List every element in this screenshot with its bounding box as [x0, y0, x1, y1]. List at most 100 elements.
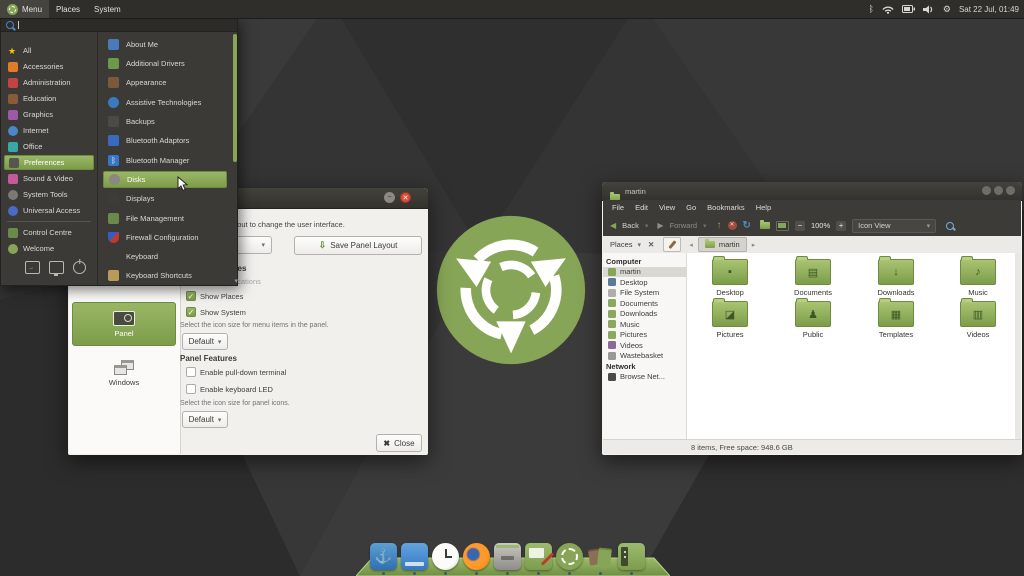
checkbox-show-places[interactable]: ✓Show Places: [186, 291, 243, 301]
category-control-centre[interactable]: Control Centre: [4, 225, 94, 240]
menu-item-bluetooth-manager[interactable]: ᛒBluetooth Manager: [103, 152, 227, 169]
scroll-down-icon[interactable]: ▾: [234, 277, 238, 285]
category-welcome[interactable]: Welcome: [4, 241, 94, 256]
menu-go[interactable]: Go: [686, 203, 696, 212]
category-preferences[interactable]: Preferences: [4, 155, 94, 170]
checkbox-show-system[interactable]: ✓Show System: [186, 307, 246, 317]
checkbox-pulldown-terminal[interactable]: Enable pull-down terminal: [186, 367, 286, 377]
menu-item-displays[interactable]: Displays: [103, 190, 227, 207]
caja-titlebar[interactable]: martin: [602, 182, 1022, 201]
forward-button[interactable]: Forward: [670, 221, 698, 230]
view-mode-select[interactable]: Icon View▾: [852, 219, 936, 233]
zoom-in-icon[interactable]: +: [836, 221, 846, 231]
firefox-icon[interactable]: [463, 543, 490, 570]
category-internet[interactable]: Internet: [4, 123, 94, 138]
open-folder-icon[interactable]: [760, 222, 770, 229]
logout-icon[interactable]: →: [25, 261, 40, 274]
menu-file[interactable]: File: [612, 203, 624, 212]
category-education[interactable]: Education: [4, 91, 94, 106]
folder-templates[interactable]: ▦Templates: [861, 301, 931, 339]
maximize-button[interactable]: [994, 186, 1003, 195]
category-accessories[interactable]: Accessories: [4, 59, 94, 74]
file-cabinet-icon[interactable]: [494, 543, 521, 570]
checkbox-keyboard-led[interactable]: Enable keyboard LED: [186, 384, 273, 394]
category-graphics[interactable]: Graphics: [4, 107, 94, 122]
menu-item-about-me[interactable]: About Me: [103, 36, 227, 53]
up-icon[interactable]: ↑: [717, 220, 722, 231]
volume-icon[interactable]: [923, 5, 935, 14]
sidebar-item-downloads[interactable]: Downloads: [603, 309, 686, 320]
save-panel-layout-button[interactable]: ⇩ Save Panel Layout: [294, 236, 422, 255]
sidebar-item-wastebasket[interactable]: Wastebasket: [603, 351, 686, 362]
tweak-nav-panel[interactable]: Panel: [72, 302, 176, 346]
places-caret-icon[interactable]: ▾: [638, 241, 642, 249]
menu-button[interactable]: Menu: [0, 0, 49, 18]
scrollbar[interactable]: [1015, 253, 1021, 440]
menu-help[interactable]: Help: [756, 203, 771, 212]
search-icon[interactable]: [946, 222, 954, 230]
power-icon[interactable]: [73, 261, 86, 274]
forward-dropdown-icon[interactable]: ▾: [703, 222, 707, 230]
menu-item-bluetooth-adaptors[interactable]: Bluetooth Adaptors: [103, 132, 227, 149]
panel-clock[interactable]: Sat 22 Jul, 01:49: [959, 5, 1019, 14]
menu-item-additional-drivers[interactable]: Additional Drivers: [103, 55, 227, 72]
zoom-out-icon[interactable]: −: [795, 221, 805, 231]
menu-view[interactable]: View: [659, 203, 675, 212]
minimize-button[interactable]: −: [384, 192, 395, 203]
sidebar-item-videos[interactable]: Videos: [603, 340, 686, 351]
refresh-icon[interactable]: ↻: [743, 220, 751, 231]
close-button[interactable]: [1006, 186, 1015, 195]
folder-public[interactable]: ♟Public: [778, 301, 848, 339]
category-all[interactable]: All: [4, 43, 94, 58]
sidebar-item-desktop[interactable]: Desktop: [603, 277, 686, 288]
menu-search-input[interactable]: [1, 19, 237, 32]
system-button[interactable]: System: [87, 0, 128, 18]
menu-item-keyboard-shortcuts[interactable]: Keyboard Shortcuts: [103, 267, 227, 284]
menu-item-file-management[interactable]: File Management: [103, 210, 227, 227]
mate-tweak-icon[interactable]: [525, 543, 552, 570]
menu-edit[interactable]: Edit: [635, 203, 648, 212]
close-sidebar-icon[interactable]: ✕: [648, 240, 654, 249]
category-administration[interactable]: Administration: [4, 75, 94, 90]
files-icon[interactable]: [401, 543, 428, 570]
battery-icon[interactable]: [902, 5, 915, 13]
menu-bookmarks[interactable]: Bookmarks: [707, 203, 745, 212]
boutique-panel-icon[interactable]: [618, 543, 645, 570]
forward-icon[interactable]: ▶: [657, 221, 663, 230]
sidebar-item-filesystem[interactable]: File System: [603, 288, 686, 299]
plank-anchor-icon[interactable]: ⚓: [370, 543, 397, 570]
software-boutique-icon[interactable]: [587, 543, 614, 570]
sidebar-item-documents[interactable]: Documents: [603, 298, 686, 309]
folder-music[interactable]: ♪Music: [943, 259, 1013, 297]
back-button[interactable]: Back: [622, 221, 639, 230]
crumb-left-icon[interactable]: ◂: [689, 241, 693, 249]
breadcrumb-current[interactable]: martin: [698, 237, 747, 252]
stop-icon[interactable]: ✕: [728, 221, 737, 230]
folder-downloads[interactable]: ↓Downloads: [861, 259, 931, 297]
category-universal-access[interactable]: Universal Access: [4, 203, 94, 218]
sidebar-item-music[interactable]: Music: [603, 319, 686, 330]
close-button[interactable]: ✖ Close: [376, 434, 422, 452]
places-select[interactable]: Places: [610, 240, 633, 249]
folder-videos[interactable]: ▥Videos: [943, 301, 1013, 339]
edit-location-button[interactable]: [663, 237, 681, 252]
sidebar-item-home[interactable]: martin: [603, 267, 686, 278]
menu-item-keyboard[interactable]: Keyboard: [103, 248, 227, 265]
lock-screen-icon[interactable]: [49, 261, 64, 274]
sidebar-item-browse-network[interactable]: Browse Net...: [603, 372, 686, 383]
crumb-right-icon[interactable]: ▸: [752, 241, 756, 249]
computer-icon[interactable]: [776, 221, 789, 231]
tweak-nav-windows[interactable]: Windows: [72, 350, 176, 396]
menu-item-disks[interactable]: Disks: [103, 171, 227, 188]
wifi-icon[interactable]: [882, 5, 894, 14]
folder-pictures[interactable]: ◪Pictures: [695, 301, 765, 339]
menu-icon-size-select[interactable]: Default▾: [182, 333, 228, 350]
places-button[interactable]: Places: [49, 0, 87, 18]
folder-documents[interactable]: ▤Documents: [778, 259, 848, 297]
sidebar-item-pictures[interactable]: Pictures: [603, 330, 686, 341]
scrollbar-thumb[interactable]: [233, 34, 237, 162]
menu-item-assistive-technologies[interactable]: Assistive Technologies: [103, 94, 227, 111]
panel-icon-size-select[interactable]: Default▾: [182, 411, 228, 428]
category-sound-video[interactable]: Sound & Video: [4, 171, 94, 186]
caja-file-area[interactable]: ▪Desktop ▤Documents ↓Downloads ♪Music ◪P…: [687, 253, 1015, 440]
